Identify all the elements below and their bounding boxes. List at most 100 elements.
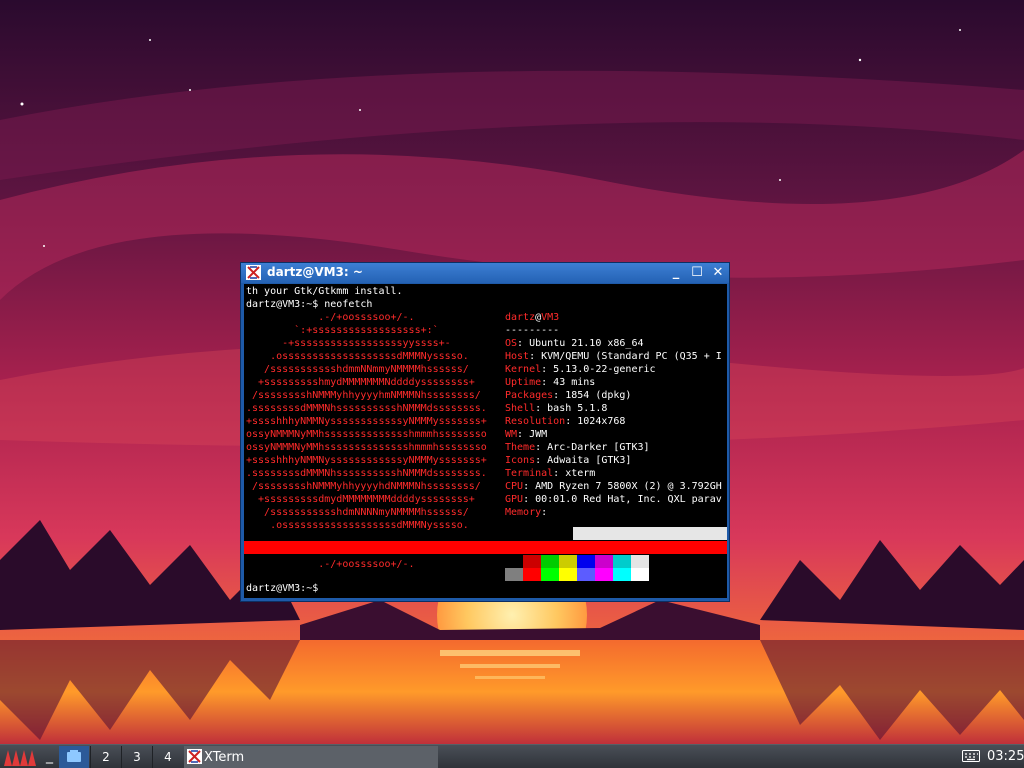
info-line: WM: JWM: [505, 429, 548, 440]
xterm-icon: [246, 265, 261, 280]
color-swatch: [523, 555, 541, 568]
logo-line: /sssssssshNMMMyhhyyyyhmNMMMNhssssssss/: [246, 390, 481, 401]
info-key: OS: [505, 338, 518, 349]
workspace-3-button[interactable]: 3: [121, 746, 152, 768]
info-value: 5.13.0-22-generic: [553, 364, 656, 375]
close-button[interactable]: ✕: [710, 265, 726, 281]
info-key: Icons: [505, 455, 536, 466]
info-key: Theme: [505, 442, 536, 453]
logo-line: .-/+oossssoo+/-.: [246, 312, 415, 323]
info-line: Memory: 265MiB / 7951MiB: [505, 507, 650, 518]
keyboard-icon[interactable]: [962, 749, 980, 763]
color-swatch: [613, 568, 631, 581]
info-key: WM: [505, 429, 518, 440]
logo-line: /ssssssssssshdmmNNmmyNMMMMhssssss/: [246, 364, 469, 375]
show-desktop-button[interactable]: _: [46, 748, 53, 764]
info-line: Icons: Adwaita [GTK3]: [505, 455, 632, 466]
workspace-2-button[interactable]: 2: [90, 746, 121, 768]
logo-line: +ssssssssshmydMMMMMMMNddddyssssssss+: [246, 377, 475, 388]
color-swatch: [559, 568, 577, 581]
color-swatch: [559, 555, 577, 568]
clock[interactable]: 03:25: [987, 749, 1024, 764]
red-highlight-bar: [244, 541, 727, 554]
color-swatch: [505, 568, 523, 581]
info-key: Uptime: [505, 377, 542, 388]
terminal-output[interactable]: th your Gtk/Gtkmm install. dartz@VM3:~$ …: [244, 284, 727, 598]
info-line: Shell: bash 5.1.8: [505, 403, 608, 414]
color-swatch: [631, 568, 649, 581]
logo-line: `:+ssssssssssssssssss+:`: [246, 325, 439, 336]
info-key: Packages: [505, 390, 554, 401]
logo-line: .-/+oossssoo+/-.: [246, 559, 415, 570]
info-line: Resolution: 1024x768: [505, 416, 626, 427]
info-value: 43 mins: [553, 377, 596, 388]
logo-line: ossyNMMMNyMMhsssssssssssssshmmmhssssssso: [246, 442, 487, 453]
info-key: GPU: [505, 494, 524, 505]
taskbar-item-label: XTerm: [204, 750, 245, 765]
terminal-prompt: dartz@VM3:~$: [246, 583, 319, 594]
info-key: CPU: [505, 481, 524, 492]
info-key: Host: [505, 351, 530, 362]
info-value: 1854 (dpkg): [565, 390, 632, 401]
logo-line: .osssssssssssssssssssdMMMNysssso.: [246, 351, 469, 362]
info-value: JWM: [529, 429, 548, 440]
info-line: Terminal: xterm: [505, 468, 596, 479]
info-line: GPU: 00:01.0 Red Hat, Inc. QXL parav: [505, 494, 722, 505]
logo-line: +sssssssssdmydMMMMMMMMddddyssssssss+: [246, 494, 475, 505]
info-value: xterm: [565, 468, 596, 479]
taskbar: _ 2 3 4 XTerm 03:25: [0, 744, 1024, 768]
color-swatch: [541, 555, 559, 568]
logo-line: ossyNMMMNyMMhsssssssssssssshmmmhssssssso: [246, 429, 487, 440]
info-key: Shell: [505, 403, 536, 414]
info-value: Arc-Darker [GTK3]: [547, 442, 650, 453]
info-value: 1024x768: [577, 416, 626, 427]
info-line: Host: KVM/QEMU (Standard PC (Q35 + I: [505, 351, 722, 362]
logo-line: -+ssssssssssssssssssyyssss+-: [246, 338, 451, 349]
info-key: Kernel: [505, 364, 542, 375]
taskbar-item-xterm[interactable]: XTerm: [184, 746, 438, 768]
info-value: KVM/QEMU (Standard PC (Q35 + I: [541, 351, 722, 362]
info-line: Theme: Arc-Darker [GTK3]: [505, 442, 650, 453]
info-value: Adwaita [GTK3]: [547, 455, 632, 466]
info-separator: ---------: [505, 325, 560, 336]
info-line: Packages: 1854 (dpkg): [505, 390, 632, 401]
info-value: Ubuntu 21.10 x86_64: [529, 338, 644, 349]
color-swatch: [541, 568, 559, 581]
logo-line: .ssssssssdMMMNhsssssssssshNMMMdssssssss.: [246, 468, 487, 479]
xterm-icon: [187, 749, 202, 764]
info-key: Memory: [505, 507, 542, 518]
window-titlebar[interactable]: dartz@VM3: ~ _ ☐ ✕: [241, 263, 729, 283]
start-menu-icon[interactable]: [2, 746, 40, 768]
color-swatch: [595, 568, 613, 581]
info-line: OS: Ubuntu 21.10 x86_64: [505, 338, 644, 349]
color-swatch: [613, 555, 631, 568]
info-key: Resolution: [505, 416, 566, 427]
xterm-window[interactable]: dartz@VM3: ~ _ ☐ ✕ th your Gtk/Gtkmm ins…: [240, 262, 730, 602]
logo-line: /sssssssshNMMMyhhyyyyhdNMMMNhssssssss/: [246, 481, 481, 492]
window-title: dartz@VM3: ~: [267, 265, 363, 279]
color-swatch: [577, 555, 595, 568]
info-user-host: dartz@VM3: [505, 312, 560, 323]
info-line: Uptime: 43 mins: [505, 377, 596, 388]
info-value: bash 5.1.8: [547, 403, 608, 414]
info-line: CPU: AMD Ryzen 7 5800X (2) @ 3.792GH: [505, 481, 722, 492]
info-line: Kernel: 5.13.0-22-generic: [505, 364, 656, 375]
memory-selection-highlight: [573, 527, 727, 540]
color-swatch: [595, 555, 613, 568]
logo-line: /ssssssssssshdmNNNNmyNMMMMhssssss/: [246, 507, 469, 518]
info-value: 00:01.0 Red Hat, Inc. QXL parav: [535, 494, 722, 505]
logo-line: +sssshhhyNMMNyssssssssssssyNMMMysssssss+: [246, 455, 487, 466]
info-key: Terminal: [505, 468, 554, 479]
info-value: 265MiB / 7951MiB: [553, 507, 650, 518]
file-manager-button[interactable]: [59, 746, 89, 768]
workspace-4-button[interactable]: 4: [152, 746, 183, 768]
folder-icon: [67, 750, 81, 762]
terminal-command-line: dartz@VM3:~$ neofetch: [246, 299, 373, 310]
color-swatch: [523, 568, 541, 581]
logo-line: +sssshhhyNMMNyssssssssssssyNMMMysssssss+: [246, 416, 487, 427]
maximize-button[interactable]: ☐: [689, 265, 705, 281]
color-swatch: [631, 555, 649, 568]
info-value: AMD Ryzen 7 5800X (2) @ 3.792GH: [535, 481, 722, 492]
logo-line: .osssssssssssssssssssdMMMNysssso.: [246, 520, 469, 531]
minimize-button[interactable]: _: [668, 265, 684, 281]
